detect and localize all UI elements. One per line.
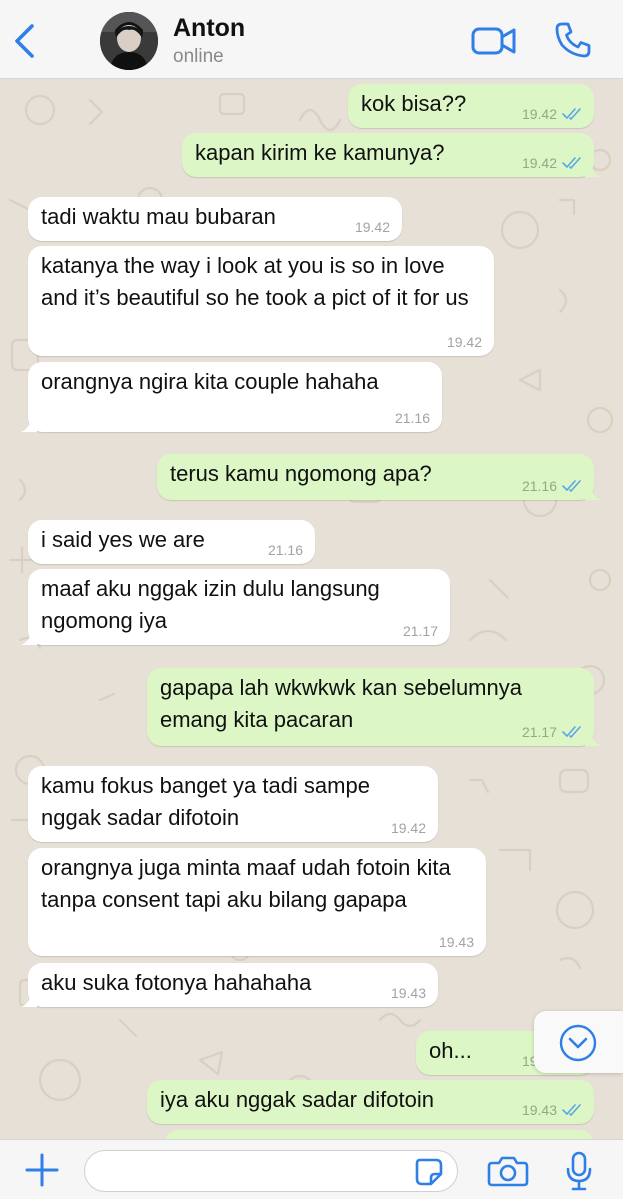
outgoing-message[interactable]: kapan kirim ke kamunya? 19.42 [182, 133, 601, 177]
outgoing-message[interactable]: kok bisa?? 19.42 [348, 84, 594, 128]
outgoing-message[interactable]: terus kamu ngomong apa? 21.16 [157, 454, 601, 500]
bubble-tail [585, 161, 601, 177]
message-meta: 19.42 [355, 219, 390, 235]
message-meta: 19.43 [439, 934, 474, 950]
message-meta: 19.42 [522, 106, 582, 122]
outgoing-message[interactable]: gapapa lah wkwkwk kan sebelumnya emang k… [147, 668, 601, 746]
message-meta: 21.17 [522, 724, 582, 740]
message-time: 21.16 [521, 478, 557, 494]
read-receipt-icon [562, 726, 581, 738]
message-text: orangnya juga minta maaf udah fotoin kit… [41, 855, 457, 912]
sticker-icon [415, 1158, 443, 1186]
message-text: kamu fokus banget ya tadi sampe nggak sa… [41, 773, 377, 830]
message-text: gapapa lah wkwkwk kan sebelumnya emang k… [160, 675, 529, 732]
chat-area[interactable]: kok bisa?? 19.42 kapan kirim ke kamunya?… [0, 80, 623, 1139]
message-text: katanya the way i look at you is so in l… [41, 253, 469, 310]
read-receipt-icon [562, 157, 581, 169]
read-receipt-icon [562, 480, 581, 492]
incoming-message[interactable]: kamu fokus banget ya tadi sampe nggak sa… [28, 766, 438, 842]
message-time: 21.16 [267, 542, 303, 558]
message-time: 19.42 [446, 334, 482, 350]
message-time: 19.43 [390, 985, 426, 1001]
message-meta: 21.16 [522, 478, 582, 494]
message-text: orangnya ngira kita couple hahaha [41, 369, 379, 394]
contact-name[interactable]: Anton [173, 14, 245, 43]
sticker-button[interactable] [414, 1157, 444, 1187]
video-call-button[interactable] [470, 24, 518, 58]
attach-button[interactable] [24, 1152, 60, 1188]
message-text: tadi waktu mau bubaran [41, 204, 276, 229]
message-time: 19.43 [521, 1102, 557, 1118]
incoming-message[interactable]: maaf aku nggak izin dulu langsung ngomon… [21, 569, 450, 645]
bubble-tail [585, 484, 601, 500]
bubble-tail [585, 730, 601, 746]
camera-icon [487, 1156, 529, 1187]
outgoing-message[interactable]: iya aku nggak sadar difotoin 19.43 [147, 1080, 594, 1124]
message-time: 21.17 [402, 623, 438, 639]
read-receipt-icon [562, 1104, 581, 1116]
outgoing-message-partial[interactable] [164, 1130, 594, 1139]
message-composer [0, 1139, 623, 1199]
incoming-message[interactable]: katanya the way i look at you is so in l… [28, 246, 494, 356]
phone-icon [555, 22, 591, 58]
bubble-tail [21, 629, 37, 645]
message-meta: 19.42 [522, 155, 582, 171]
message-text: maaf aku nggak izin dulu langsung ngomon… [41, 576, 386, 633]
incoming-message[interactable]: orangnya juga minta maaf udah fotoin kit… [28, 848, 486, 956]
bubble-tail [21, 416, 37, 432]
plus-icon [25, 1153, 59, 1187]
camera-button[interactable] [487, 1154, 529, 1188]
contact-status: online [173, 46, 224, 67]
video-camera-icon [471, 27, 516, 55]
message-text: terus kamu ngomong apa? [170, 461, 432, 486]
message-meta: 19.42 [447, 334, 482, 350]
chat-header: Anton online [0, 0, 623, 79]
incoming-message[interactable]: i said yes we are 21.16 [28, 520, 315, 564]
message-text: iya aku nggak sadar difotoin [160, 1087, 434, 1112]
message-time: 19.43 [438, 934, 474, 950]
avatar[interactable] [100, 12, 158, 70]
microphone-icon [566, 1151, 592, 1191]
message-time: 19.42 [390, 820, 426, 836]
scroll-to-bottom-button[interactable] [534, 1011, 623, 1073]
chevron-left-icon [15, 24, 34, 58]
message-text: aku suka fotonya hahahaha [41, 970, 312, 995]
message-meta: 21.16 [268, 542, 303, 558]
message-time: 19.42 [521, 106, 557, 122]
message-text: i said yes we are [41, 527, 205, 552]
message-meta: 21.17 [403, 623, 438, 639]
message-meta: 21.16 [395, 410, 430, 426]
incoming-message[interactable]: aku suka fotonya hahahaha 19.43 [21, 963, 438, 1007]
avatar-photo [100, 12, 158, 70]
back-button[interactable] [10, 22, 40, 60]
incoming-message[interactable]: tadi waktu mau bubaran 19.42 [28, 197, 402, 241]
message-time: 21.16 [394, 410, 430, 426]
message-time: 19.42 [521, 155, 557, 171]
bubble-tail [21, 991, 37, 1007]
incoming-message[interactable]: orangnya ngira kita couple hahaha 21.16 [21, 362, 442, 432]
message-input[interactable] [84, 1150, 458, 1192]
message-meta: 19.42 [391, 820, 426, 836]
read-receipt-icon [562, 108, 581, 120]
message-meta: 19.43 [522, 1102, 582, 1118]
message-meta: 19.43 [391, 985, 426, 1001]
message-time: 21.17 [521, 724, 557, 740]
message-time: 19.42 [354, 219, 390, 235]
microphone-button[interactable] [565, 1150, 593, 1192]
voice-call-button[interactable] [553, 20, 593, 60]
chevron-down-circle-icon [559, 1024, 597, 1062]
